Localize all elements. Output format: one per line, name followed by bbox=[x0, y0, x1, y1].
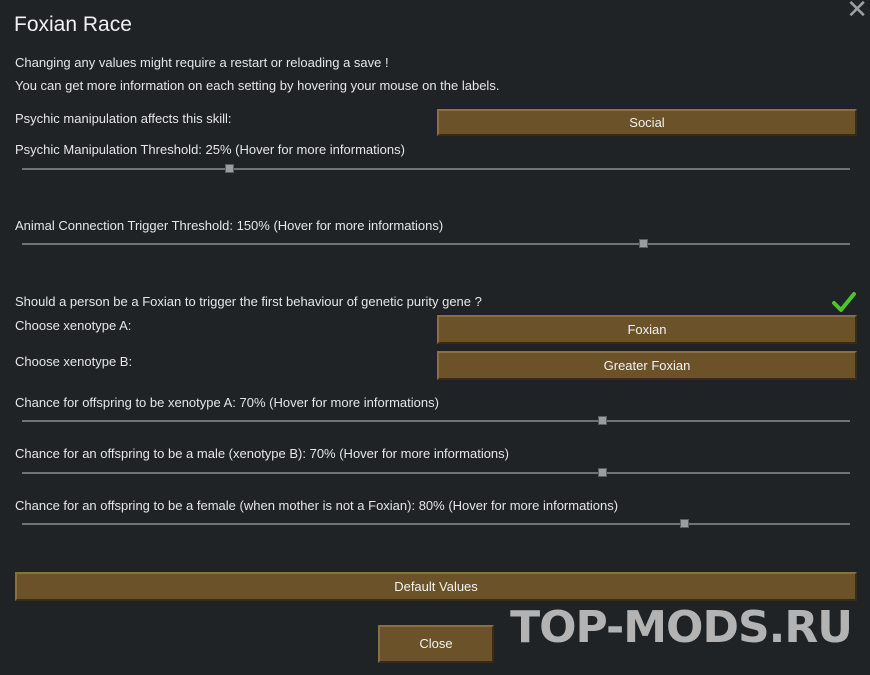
offspring-female-label[interactable]: Chance for an offspring to be a female (… bbox=[15, 498, 618, 513]
animal-threshold-slider[interactable] bbox=[22, 236, 850, 252]
psychic-skill-label[interactable]: Psychic manipulation affects this skill: bbox=[15, 111, 232, 126]
offspring-female-slider[interactable] bbox=[22, 516, 850, 532]
animal-threshold-label[interactable]: Animal Connection Trigger Threshold: 150… bbox=[15, 218, 443, 233]
slider-handle[interactable] bbox=[680, 519, 690, 528]
slider-handle[interactable] bbox=[597, 416, 607, 425]
slider-track bbox=[22, 472, 850, 474]
slider-handle[interactable] bbox=[639, 239, 648, 248]
genetic-purity-checkbox[interactable] bbox=[832, 291, 856, 313]
xenotype-b-label[interactable]: Choose xenotype B: bbox=[15, 354, 132, 369]
slider-handle[interactable] bbox=[225, 164, 234, 173]
psychic-threshold-slider[interactable] bbox=[22, 161, 850, 177]
xenotype-a-label[interactable]: Choose xenotype A: bbox=[15, 318, 131, 333]
offspring-male-slider[interactable] bbox=[22, 465, 850, 481]
xenotype-a-dropdown[interactable]: Foxian bbox=[437, 315, 857, 344]
watermark: TOP-MODS.RU bbox=[510, 602, 853, 653]
info-line-2: You can get more information on each set… bbox=[15, 78, 500, 93]
slider-track bbox=[22, 243, 850, 245]
slider-track bbox=[22, 420, 850, 422]
offspring-a-label[interactable]: Chance for offspring to be xenotype A: 7… bbox=[15, 395, 439, 410]
genetic-purity-label[interactable]: Should a person be a Foxian to trigger t… bbox=[15, 294, 482, 309]
offspring-a-slider[interactable] bbox=[22, 413, 850, 429]
psychic-threshold-label[interactable]: Psychic Manipulation Threshold: 25% (Hov… bbox=[15, 142, 405, 157]
checkmark-icon bbox=[832, 292, 856, 312]
slider-handle[interactable] bbox=[597, 468, 607, 477]
slider-track bbox=[22, 523, 850, 525]
info-line-1: Changing any values might require a rest… bbox=[15, 55, 389, 70]
psychic-skill-dropdown[interactable]: Social bbox=[437, 109, 857, 136]
default-values-button[interactable]: Default Values bbox=[15, 572, 857, 601]
close-button[interactable]: Close bbox=[378, 625, 494, 663]
close-icon[interactable]: ✕ bbox=[846, 0, 868, 22]
offspring-male-label[interactable]: Chance for an offspring to be a male (xe… bbox=[15, 446, 509, 461]
xenotype-b-dropdown[interactable]: Greater Foxian bbox=[437, 351, 857, 380]
slider-track bbox=[22, 168, 850, 170]
window-title: Foxian Race bbox=[14, 13, 132, 36]
